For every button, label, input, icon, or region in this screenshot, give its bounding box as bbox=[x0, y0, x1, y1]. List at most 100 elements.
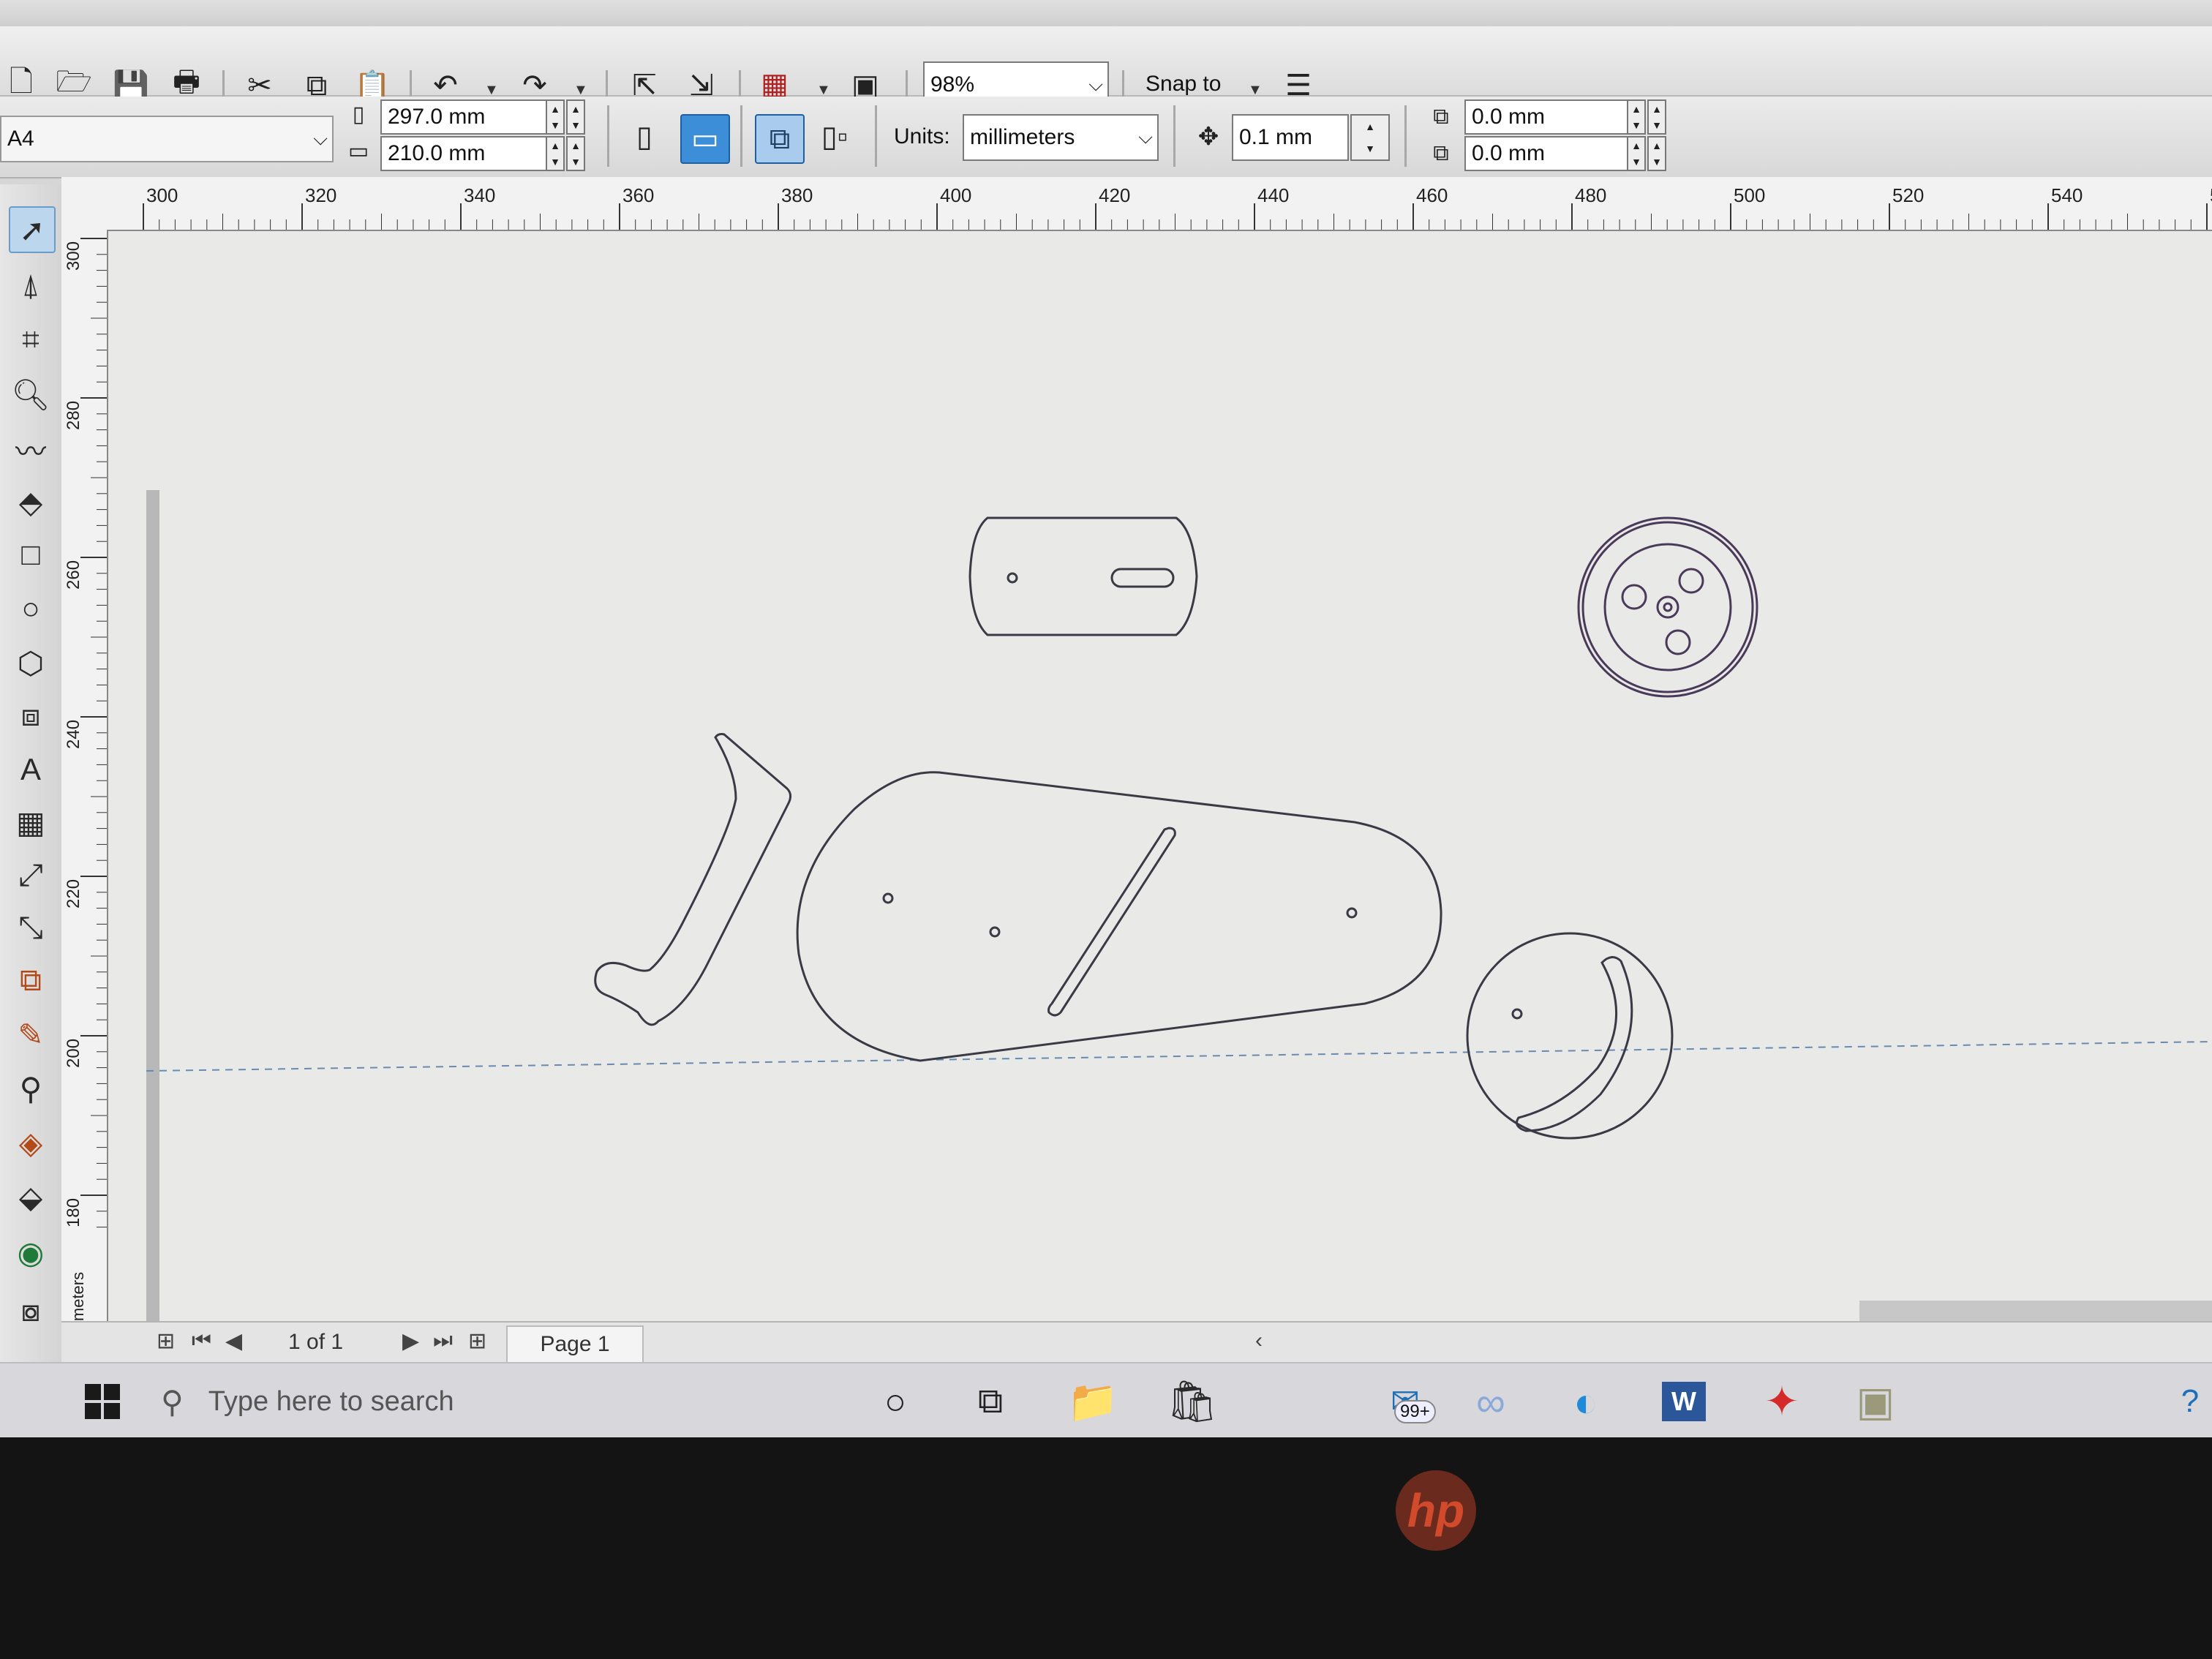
chevron-down-icon[interactable]: ⌵ bbox=[1088, 73, 1103, 97]
duplicate-y-icon: ⧉ bbox=[1433, 141, 1449, 165]
page-shadow bbox=[146, 490, 159, 1321]
freehand-tool-icon[interactable]: 〰 bbox=[9, 427, 53, 471]
page-height-value: 210.0 mm bbox=[388, 141, 486, 165]
scroll-left-icon[interactable]: ‹ bbox=[1255, 1328, 1263, 1353]
page-width-input[interactable]: 297.0 mm bbox=[380, 99, 552, 135]
round-cam-shape[interactable] bbox=[1466, 932, 1674, 1140]
teardrop-plate-shape[interactable] bbox=[796, 771, 1442, 1062]
shape-tool-icon[interactable]: ⍋ bbox=[9, 263, 53, 307]
windows-logo-icon bbox=[85, 1384, 120, 1419]
app-icon[interactable]: ▣ bbox=[1851, 1377, 1900, 1426]
duplicate-y-spinner-alt[interactable]: ▲ ▼ bbox=[1647, 136, 1666, 171]
coreldraw-icon[interactable]: ✦ bbox=[1757, 1377, 1807, 1426]
interactive-effects-tool-icon[interactable]: ⧉ bbox=[9, 958, 53, 1002]
units-combo[interactable]: millimeters ⌵ bbox=[963, 114, 1159, 161]
file-explorer-icon[interactable]: 📁 bbox=[1067, 1377, 1118, 1426]
next-page-icon[interactable]: ▶ bbox=[402, 1328, 419, 1354]
page-count: 1 of 1 bbox=[288, 1330, 344, 1354]
word-icon[interactable]: W bbox=[1659, 1377, 1709, 1426]
windows-start-icon[interactable] bbox=[78, 1377, 127, 1426]
smart-fill-tool-icon[interactable]: ⬘ bbox=[9, 480, 53, 524]
pick-tool-icon[interactable]: ➚ bbox=[9, 206, 56, 253]
portrait-icon[interactable]: ▯ bbox=[623, 116, 666, 158]
mesh-fill-tool-icon[interactable]: ⧇ bbox=[9, 1289, 53, 1333]
horizontal-ruler-ticks: 3003203403603804004204404604805005205405… bbox=[143, 184, 2212, 230]
rectangle-tool-icon[interactable]: □ bbox=[9, 533, 53, 576]
page-tab[interactable]: Page 1 bbox=[506, 1325, 644, 1362]
round-hub-shape[interactable] bbox=[1577, 516, 1758, 698]
duplicate-x-spinner-alt[interactable]: ▲ ▼ bbox=[1647, 99, 1666, 135]
help-icon[interactable]: ? bbox=[2165, 1377, 2212, 1426]
duplicate-x-spinner[interactable]: ▲ ▼ bbox=[1627, 99, 1646, 135]
snap-to-button[interactable]: Snap to bbox=[1146, 72, 1221, 97]
page-width-spinner[interactable]: ▲ ▼ bbox=[546, 99, 565, 135]
ruler-label: 280 bbox=[64, 401, 83, 430]
add-page-before-icon[interactable]: ⊞ bbox=[157, 1328, 175, 1354]
store-icon[interactable]: 🛍 bbox=[1166, 1377, 1218, 1426]
toolbar-separator bbox=[740, 105, 742, 167]
interactive-fill-tool-icon[interactable]: ◉ bbox=[9, 1230, 53, 1274]
nudge-distance-input[interactable]: 0.1 mm bbox=[1232, 114, 1349, 161]
slotted-plate-shape[interactable] bbox=[968, 516, 1198, 636]
task-view-icon[interactable]: ⧉ bbox=[966, 1377, 1015, 1426]
toolbar-separator bbox=[875, 105, 877, 167]
ruler-label: 340 bbox=[464, 184, 495, 206]
windows-taskbar: ⚲ Type here to search ○ ⧉ 📁 🛍 ✉ 99+ ∞ ◐ … bbox=[0, 1362, 2212, 1437]
chevron-down-icon[interactable]: ⌵ bbox=[313, 127, 328, 151]
duplicate-distance-x-input[interactable]: 0.0 mm bbox=[1464, 99, 1631, 135]
chevron-down-icon[interactable]: ⌵ bbox=[1138, 126, 1153, 149]
ruler-corner[interactable] bbox=[61, 177, 73, 230]
nudge-distance-spinner[interactable]: ▲ ▼ bbox=[1350, 114, 1390, 161]
cortana-icon[interactable]: ○ bbox=[870, 1377, 920, 1426]
table-tool-icon[interactable]: ▦ bbox=[9, 800, 53, 844]
landscape-icon[interactable]: ▭ bbox=[680, 114, 730, 164]
horizontal-scrollbar[interactable] bbox=[1859, 1301, 2212, 1321]
property-bar: A4 ⌵ ▯ 297.0 mm ▲ ▼ ▲ ▼ ▭ 210.0 mm ▲ ▼ ▲ ▼ ▯… bbox=[0, 97, 2212, 178]
taskbar-search-box[interactable]: ⚲ Type here to search bbox=[161, 1372, 834, 1431]
page-height-spinner[interactable]: ▲ ▼ bbox=[546, 136, 565, 171]
transparency-tool-icon[interactable]: ✎ bbox=[9, 1012, 53, 1056]
dimension-tool-icon[interactable]: ⤢ bbox=[9, 853, 53, 897]
smart-fill-alt-tool-icon[interactable]: ⬙ bbox=[9, 1175, 53, 1219]
connector-tool-icon[interactable]: ⤡ bbox=[9, 906, 53, 949]
infinity-app-icon[interactable]: ∞ bbox=[1466, 1377, 1516, 1426]
search-icon: ⚲ bbox=[161, 1384, 184, 1419]
search-placeholder: Type here to search bbox=[208, 1385, 454, 1417]
duplicate-distance-y-value: 0.0 mm bbox=[1472, 141, 1546, 165]
page-navigator: ⊞ ⏮ ◀ 1 of 1 ▶ ⏭ ⊞ Page 1 ‹ bbox=[61, 1321, 2212, 1363]
eyedropper-tool-icon[interactable]: ⚲ bbox=[9, 1066, 53, 1110]
ruler-label: 240 bbox=[64, 720, 83, 749]
page-width-spinner-alt[interactable]: ▲ ▼ bbox=[566, 99, 585, 135]
ruler-label: 380 bbox=[781, 184, 813, 206]
vertical-ruler[interactable]: 300 280 260 240 220 200 180 millimeters bbox=[61, 230, 108, 1356]
drawing-canvas[interactable] bbox=[108, 231, 2212, 1321]
page-height-spinner-alt[interactable]: ▲ ▼ bbox=[566, 136, 585, 171]
polygon-tool-icon[interactable]: ⬡ bbox=[9, 641, 53, 685]
curved-lever-shape[interactable] bbox=[594, 733, 792, 1026]
first-page-icon[interactable]: ⏮ bbox=[192, 1328, 211, 1353]
standard-toolbar: 🗋 🗁 💾 🖶 ✂ ⧉ 📋 ↶ ▼ ↷ ▼ ⇱ ⇲ ▦ ▼ ▣ 98% ⌵ Sn… bbox=[0, 26, 2212, 108]
duplicate-distance-y-input[interactable]: 0.0 mm bbox=[1464, 136, 1631, 171]
add-page-after-icon[interactable]: ⊞ bbox=[468, 1328, 486, 1354]
fill-tool-icon[interactable]: ◈ bbox=[9, 1121, 53, 1165]
text-tool-icon[interactable]: A bbox=[9, 748, 53, 791]
current-page-icon[interactable]: ▯▫ bbox=[813, 116, 856, 158]
ruler-label: 220 bbox=[64, 879, 83, 908]
mail-icon[interactable]: ✉ 99+ bbox=[1365, 1377, 1445, 1426]
ellipse-tool-icon[interactable]: ○ bbox=[9, 587, 53, 631]
crop-tool-icon[interactable]: ⌗ bbox=[9, 317, 53, 361]
duplicate-y-spinner[interactable]: ▲ ▼ bbox=[1627, 136, 1646, 171]
page-size-combo[interactable]: A4 ⌵ bbox=[0, 116, 334, 162]
units-label: Units: bbox=[894, 124, 950, 148]
page-height-input[interactable]: 210.0 mm bbox=[380, 136, 552, 171]
basic-shapes-tool-icon[interactable]: ⧈ bbox=[9, 693, 53, 737]
last-page-icon[interactable]: ⏭ bbox=[433, 1328, 453, 1353]
page-boundary-line bbox=[146, 1041, 2212, 1072]
horizontal-ruler[interactable]: 3003203403603804004204404604805005205405… bbox=[73, 177, 2212, 231]
all-pages-icon[interactable]: ⧉ bbox=[755, 114, 805, 164]
previous-page-icon[interactable]: ◀ bbox=[225, 1328, 242, 1354]
page-size-value: A4 bbox=[7, 127, 34, 151]
edge-browser-icon[interactable]: ◐ bbox=[1561, 1377, 1611, 1426]
zoom-tool-icon[interactable]: 🔍︎ bbox=[9, 373, 53, 417]
ruler-label: 440 bbox=[1257, 184, 1289, 206]
